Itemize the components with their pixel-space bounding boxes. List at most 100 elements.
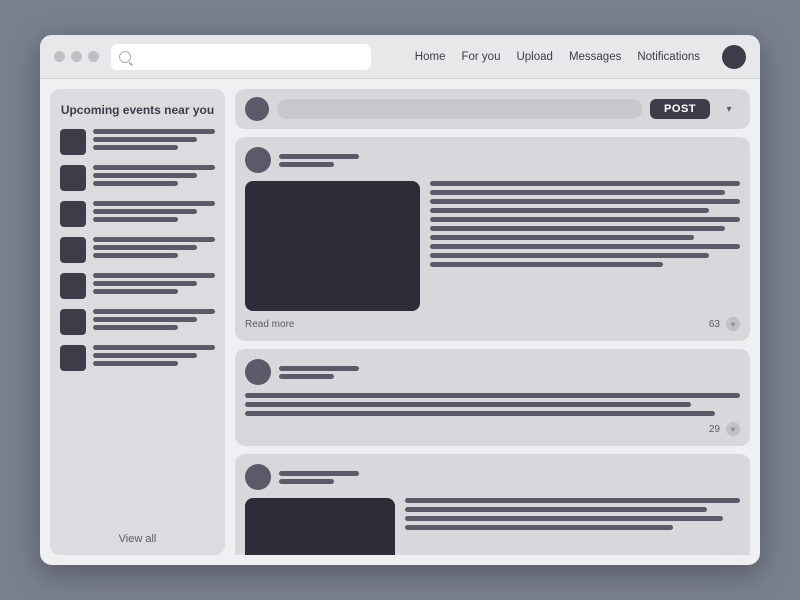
event-thumb bbox=[60, 273, 86, 299]
post-input-bar: POST ▾ bbox=[235, 89, 750, 129]
list-item[interactable] bbox=[60, 345, 215, 371]
text-line bbox=[430, 199, 740, 204]
event-line bbox=[93, 181, 178, 186]
list-item[interactable] bbox=[60, 165, 215, 191]
list-item[interactable] bbox=[60, 309, 215, 335]
text-line bbox=[405, 516, 723, 521]
event-line bbox=[93, 253, 178, 258]
feed-card-2: 29 ♥ bbox=[235, 349, 750, 446]
text-line bbox=[430, 190, 725, 195]
card-avatar bbox=[245, 464, 271, 490]
event-thumb bbox=[60, 165, 86, 191]
card-avatar bbox=[245, 359, 271, 385]
dot-maximize[interactable] bbox=[88, 51, 99, 62]
like-count: 63 bbox=[709, 319, 720, 330]
card-image bbox=[245, 181, 420, 311]
address-bar[interactable] bbox=[111, 44, 371, 70]
event-line bbox=[93, 361, 178, 366]
chevron-down-icon[interactable]: ▾ bbox=[718, 98, 740, 120]
list-item[interactable] bbox=[60, 237, 215, 263]
dot-minimize[interactable] bbox=[71, 51, 82, 62]
nav-home[interactable]: Home bbox=[415, 51, 446, 63]
text-line bbox=[405, 525, 673, 530]
text-line bbox=[245, 411, 715, 416]
feed-card-3 bbox=[235, 454, 750, 555]
heart-icon[interactable]: ♥ bbox=[726, 422, 740, 436]
card-header-line bbox=[279, 479, 334, 484]
event-thumb bbox=[60, 129, 86, 155]
window-controls bbox=[54, 51, 99, 62]
dot-close[interactable] bbox=[54, 51, 65, 62]
card-header-line bbox=[279, 374, 334, 379]
nav-links: Home For you Upload Messages Notificatio… bbox=[415, 45, 746, 69]
card-footer: 29 ♥ bbox=[245, 422, 740, 436]
like-count: 29 bbox=[709, 424, 720, 435]
text-line bbox=[430, 244, 740, 249]
main-content: Upcoming events near you bbox=[40, 79, 760, 565]
event-line bbox=[93, 345, 215, 350]
text-line bbox=[405, 498, 740, 503]
card-avatar bbox=[245, 147, 271, 173]
user-avatar-nav[interactable] bbox=[722, 45, 746, 69]
card-text-block bbox=[430, 181, 740, 311]
heart-icon[interactable]: ♥ bbox=[726, 317, 740, 331]
event-line bbox=[93, 273, 215, 278]
feed-card-1: Read more 63 ♥ bbox=[235, 137, 750, 341]
event-line bbox=[93, 137, 197, 142]
nav-for-you[interactable]: For you bbox=[461, 51, 500, 63]
event-line bbox=[93, 145, 178, 150]
feed: POST ▾ bbox=[235, 89, 750, 555]
text-line bbox=[430, 253, 709, 258]
card-header-line bbox=[279, 162, 334, 167]
text-line bbox=[430, 217, 740, 222]
event-lines bbox=[93, 309, 215, 330]
text-line bbox=[430, 235, 694, 240]
text-line bbox=[430, 208, 709, 213]
nav-notifications[interactable]: Notifications bbox=[637, 51, 700, 63]
post-button[interactable]: POST bbox=[650, 99, 710, 119]
card-body-simple bbox=[245, 393, 740, 416]
event-line bbox=[93, 281, 197, 286]
card-body bbox=[245, 181, 740, 311]
card-body bbox=[245, 498, 740, 555]
event-line bbox=[93, 317, 197, 322]
event-line bbox=[93, 237, 215, 242]
event-line bbox=[93, 201, 215, 206]
event-lines bbox=[93, 129, 215, 150]
list-item[interactable] bbox=[60, 129, 215, 155]
event-thumb bbox=[60, 237, 86, 263]
text-line bbox=[430, 181, 740, 186]
event-lines bbox=[93, 273, 215, 294]
text-line bbox=[430, 262, 663, 267]
event-line bbox=[93, 129, 215, 134]
post-input-field[interactable] bbox=[277, 99, 642, 119]
card-image-sm bbox=[245, 498, 395, 555]
read-more-link[interactable]: Read more bbox=[245, 319, 294, 330]
sidebar-title: Upcoming events near you bbox=[60, 103, 215, 117]
text-line bbox=[245, 393, 740, 398]
card-text-block bbox=[405, 498, 740, 555]
event-lines bbox=[93, 345, 215, 366]
event-line bbox=[93, 165, 215, 170]
event-lines bbox=[93, 201, 215, 222]
view-all-button[interactable]: View all bbox=[60, 527, 215, 545]
card-header bbox=[245, 359, 740, 385]
event-line bbox=[93, 353, 197, 358]
card-header-line bbox=[279, 154, 359, 159]
user-avatar-sm bbox=[245, 97, 269, 121]
event-line bbox=[93, 289, 178, 294]
event-line bbox=[93, 325, 178, 330]
card-header bbox=[245, 147, 740, 173]
text-line bbox=[405, 507, 707, 512]
list-item[interactable] bbox=[60, 273, 215, 299]
event-line bbox=[93, 173, 197, 178]
nav-messages[interactable]: Messages bbox=[569, 51, 621, 63]
event-line bbox=[93, 217, 178, 222]
nav-upload[interactable]: Upload bbox=[516, 51, 552, 63]
card-footer: Read more 63 ♥ bbox=[245, 317, 740, 331]
list-item[interactable] bbox=[60, 201, 215, 227]
card-header-lines bbox=[279, 471, 359, 484]
card-header-lines bbox=[279, 366, 359, 379]
card-header-line bbox=[279, 366, 359, 371]
event-lines bbox=[93, 165, 215, 186]
